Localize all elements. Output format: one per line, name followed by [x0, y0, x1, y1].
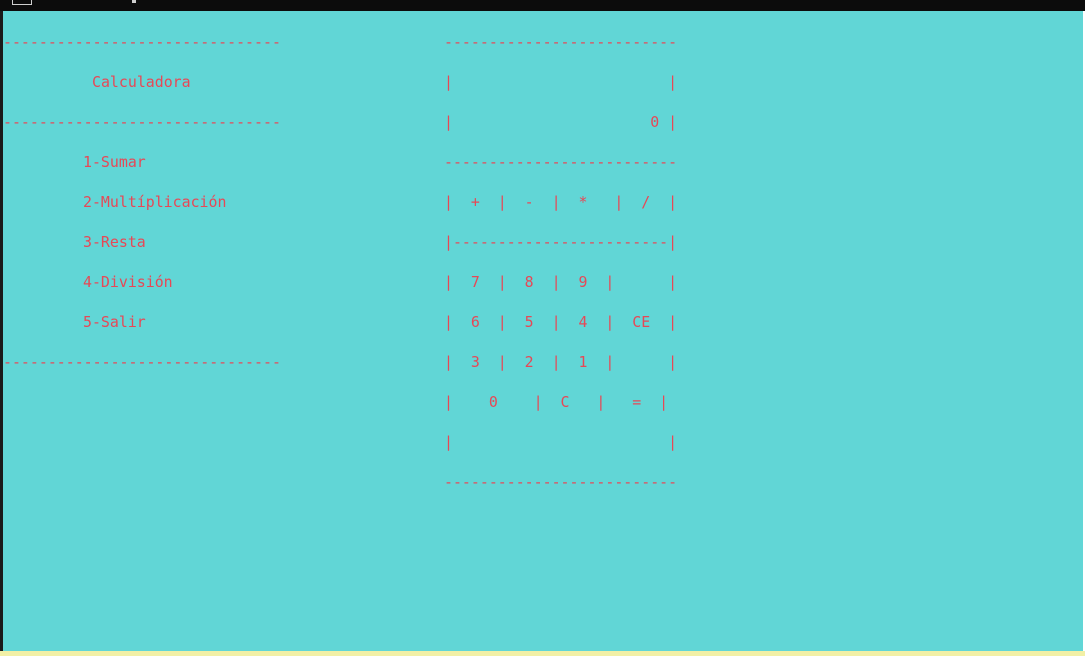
calc-display-blank-row: | | — [444, 73, 678, 91]
menu-item-salir: 5-Salir — [83, 313, 146, 331]
calc-keys-row-0-c-equals: | 0 | C | = | — [444, 393, 669, 411]
menu-item-resta: 3-Resta — [83, 233, 146, 251]
console-window-icon — [12, 0, 32, 5]
console-area[interactable]: ------------------------------- Calculad… — [3, 11, 1083, 651]
calc-operators-divider: |------------------------| — [444, 233, 678, 251]
calc-blank-row: | | — [444, 433, 678, 451]
bottom-strip — [0, 651, 1085, 656]
menu-separator-mid: ------------------------------- — [3, 113, 281, 131]
menu-item-multiplicacion: 2-Multíplicación — [83, 193, 227, 211]
calc-keys-row-321: | 3 | 2 | 1 | | — [444, 353, 678, 371]
calc-border-bottom: -------------------------- — [444, 473, 678, 491]
calc-operators-row: | + | - | * | / | — [444, 193, 678, 211]
titlebar-text-fragment — [132, 0, 136, 3]
menu-item-sumar: 1-Sumar — [83, 153, 146, 171]
calc-keys-row-789: | 7 | 8 | 9 | | — [444, 273, 678, 291]
calc-display-value-row: | 0 | — [444, 113, 678, 131]
menu-item-division: 4-División — [83, 273, 173, 291]
calc-display-border: -------------------------- — [444, 153, 678, 171]
menu-separator-top: ------------------------------- — [3, 33, 281, 51]
calc-border-top: -------------------------- — [444, 33, 678, 51]
window-titlebar — [0, 0, 1085, 11]
calc-keys-row-654-ce: | 6 | 5 | 4 | CE | — [444, 313, 678, 331]
menu-title: Calculadora — [92, 73, 191, 91]
menu-separator-bottom: ------------------------------- — [3, 353, 281, 371]
